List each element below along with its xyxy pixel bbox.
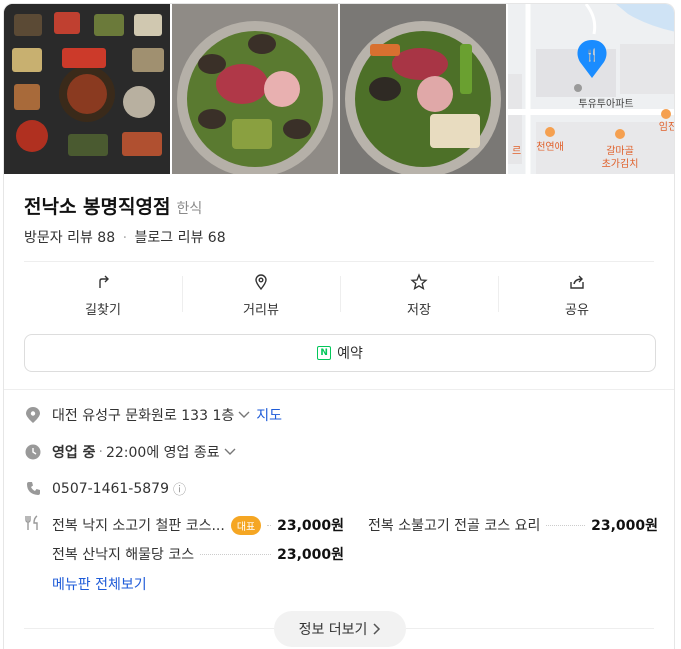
svg-text:🍴: 🍴 bbox=[585, 48, 600, 62]
separator-dot: · bbox=[98, 444, 103, 460]
separator-dot: · bbox=[122, 230, 128, 246]
directions-button[interactable]: 길찾기 bbox=[24, 262, 182, 328]
location-pin-icon bbox=[24, 406, 42, 424]
menu-item[interactable]: 전복 낙지 소고기 철판 코스... 대표 23,000원 bbox=[52, 514, 344, 536]
view-full-menu-link[interactable]: 메뉴판 전체보기 bbox=[52, 574, 147, 594]
map-label: 투유투아파트 bbox=[578, 98, 633, 110]
share-button[interactable]: 공유 bbox=[498, 262, 656, 328]
map-label: 갈마골 bbox=[606, 144, 634, 157]
chevron-down-icon[interactable] bbox=[238, 409, 250, 422]
share-icon bbox=[570, 275, 584, 289]
save-button[interactable]: 저장 bbox=[340, 262, 498, 328]
action-label: 저장 bbox=[407, 302, 431, 318]
menu-item[interactable]: 전복 산낙지 해물당 코스 23,000원 bbox=[52, 543, 344, 565]
divider bbox=[4, 389, 674, 390]
more-info-button[interactable]: 정보 더보기 bbox=[274, 611, 406, 647]
chevron-right-icon bbox=[373, 623, 381, 635]
more-info-label: 정보 더보기 bbox=[298, 622, 368, 638]
action-label: 공유 bbox=[565, 302, 589, 318]
mini-map[interactable]: 🍴 투유투아파트 천연애 갈마골 초가김치 임진 르 bbox=[508, 4, 675, 174]
place-card: 🍴 투유투아파트 천연애 갈마골 초가김치 임진 르 전낙소 봉명직영점 한식 … bbox=[3, 3, 675, 649]
food-photo-2[interactable] bbox=[172, 4, 338, 174]
closing-time[interactable]: 22:00에 영업 종료 bbox=[106, 442, 220, 462]
food-photo-1[interactable] bbox=[4, 4, 170, 174]
map-label: 임진 bbox=[659, 120, 675, 133]
place-category: 한식 bbox=[176, 201, 203, 217]
streetview-button[interactable]: 거리뷰 bbox=[182, 262, 340, 328]
map-label: 천연애 bbox=[536, 141, 564, 153]
open-status: 영업 중 bbox=[52, 445, 96, 461]
reserve-label: 예약 bbox=[337, 346, 363, 362]
map-label: 르 bbox=[512, 146, 521, 157]
blog-review-link[interactable]: 블로그 리뷰 68 bbox=[134, 230, 225, 246]
action-label: 길찾기 bbox=[85, 302, 121, 318]
fork-knife-icon bbox=[24, 514, 42, 532]
streetview-icon bbox=[255, 273, 267, 290]
menu-name: 전복 산낙지 해물당 코스 bbox=[52, 547, 195, 563]
map-link[interactable]: 지도 bbox=[256, 405, 282, 425]
place-name[interactable]: 전낙소 봉명직영점 bbox=[24, 192, 170, 219]
menu-name: 전복 낙지 소고기 철판 코스... bbox=[52, 518, 225, 534]
dotted-leader bbox=[200, 553, 272, 555]
phone-number[interactable]: 0507-1461-5879 bbox=[52, 481, 169, 497]
menu-item[interactable]: 전복 소불고기 전골 코스 요리 23,000원 bbox=[368, 514, 658, 536]
action-bar: 길찾기 거리뷰 저장 공유 bbox=[24, 262, 656, 328]
menu-price: 23,000원 bbox=[591, 518, 658, 534]
visitor-review-link[interactable]: 방문자 리뷰 88 bbox=[24, 230, 115, 246]
phone-row: 0507-1461-5879 ⓘ bbox=[24, 479, 186, 498]
clock-icon bbox=[24, 443, 42, 461]
dotted-leader bbox=[267, 524, 272, 526]
address-row: 대전 유성구 문화원로 133 1층 지도 bbox=[24, 405, 282, 425]
info-icon[interactable]: ⓘ bbox=[173, 479, 186, 498]
menu-price: 23,000원 bbox=[277, 547, 344, 563]
phone-icon bbox=[24, 480, 42, 498]
food-photo-3[interactable] bbox=[340, 4, 506, 174]
dotted-leader bbox=[546, 524, 586, 526]
review-counts: 방문자 리뷰 88 · 블로그 리뷰 68 bbox=[24, 227, 226, 247]
menu-price: 23,000원 bbox=[277, 518, 344, 534]
chevron-down-icon[interactable] bbox=[224, 446, 236, 459]
reserve-button[interactable]: N 예약 bbox=[24, 334, 656, 372]
hours-row: 영업 중 · 22:00에 영업 종료 bbox=[24, 442, 236, 462]
menu-row-icon bbox=[24, 514, 52, 532]
star-icon bbox=[410, 272, 428, 290]
title-row: 전낙소 봉명직영점 한식 bbox=[24, 192, 202, 219]
photo-strip: 🍴 투유투아파트 천연애 갈마골 초가김치 임진 르 bbox=[4, 4, 675, 174]
naver-booking-icon: N bbox=[317, 346, 332, 360]
map-label: 초가김치 bbox=[602, 158, 639, 170]
signature-badge: 대표 bbox=[230, 515, 262, 535]
address-text[interactable]: 대전 유성구 문화원로 133 1층 bbox=[52, 405, 234, 425]
action-label: 거리뷰 bbox=[243, 302, 279, 318]
directions-icon bbox=[99, 275, 109, 288]
menu-name: 전복 소불고기 전골 코스 요리 bbox=[368, 518, 541, 534]
